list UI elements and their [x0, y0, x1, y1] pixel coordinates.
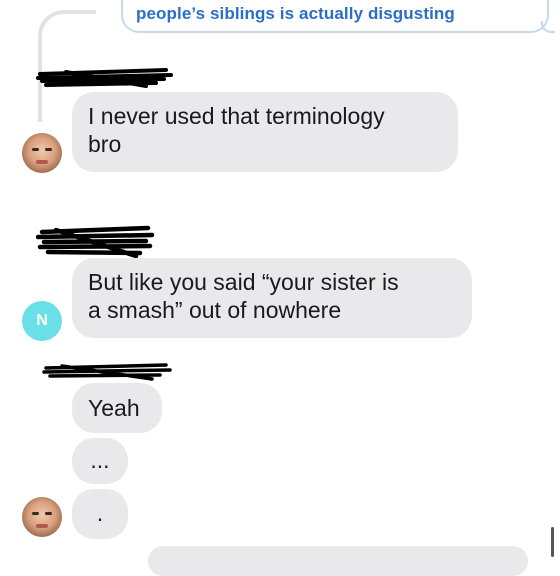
message-bubble[interactable]: I never used that terminology bro — [72, 92, 458, 172]
message-text: Yeah — [88, 395, 140, 421]
avatar-eye-icon — [45, 148, 52, 151]
message-text: . — [96, 500, 104, 526]
avatar-eye-icon — [32, 148, 39, 151]
profile-photo-avatar[interactable] — [22, 133, 62, 173]
message-bubble[interactable]: But like you said “your sister is a smas… — [72, 258, 472, 338]
message-text-line: I never used that terminology — [88, 103, 385, 129]
avatar-eye-icon — [32, 512, 39, 515]
message-text: ... — [90, 447, 110, 473]
scrollbar[interactable] — [551, 527, 554, 557]
quoted-reply-text: people’s siblings is actually disgusting — [136, 4, 455, 23]
avatar-eye-icon — [45, 512, 52, 515]
message-text-line: But like you said “your sister is — [88, 269, 399, 295]
message-text-line: a smash” out of nowhere — [88, 297, 342, 323]
redaction-scribble — [36, 225, 155, 259]
message-bubble-partial[interactable] — [148, 546, 528, 576]
redaction-scribble — [42, 363, 172, 381]
avatar-mouth-icon — [36, 524, 48, 528]
letter-avatar[interactable]: N — [22, 301, 62, 341]
message-bubble[interactable]: Yeah — [72, 383, 162, 433]
avatar-mouth-icon — [36, 160, 48, 164]
quoted-bubble-tail — [541, 21, 555, 33]
message-bubble[interactable]: ... — [72, 438, 128, 484]
quoted-reply-bubble[interactable]: people’s siblings is actually disgusting — [121, 0, 555, 33]
message-text-line: bro — [88, 131, 122, 157]
redaction-scribble — [36, 68, 173, 88]
profile-photo-avatar[interactable] — [22, 497, 62, 537]
message-bubble[interactable]: . — [72, 489, 128, 539]
